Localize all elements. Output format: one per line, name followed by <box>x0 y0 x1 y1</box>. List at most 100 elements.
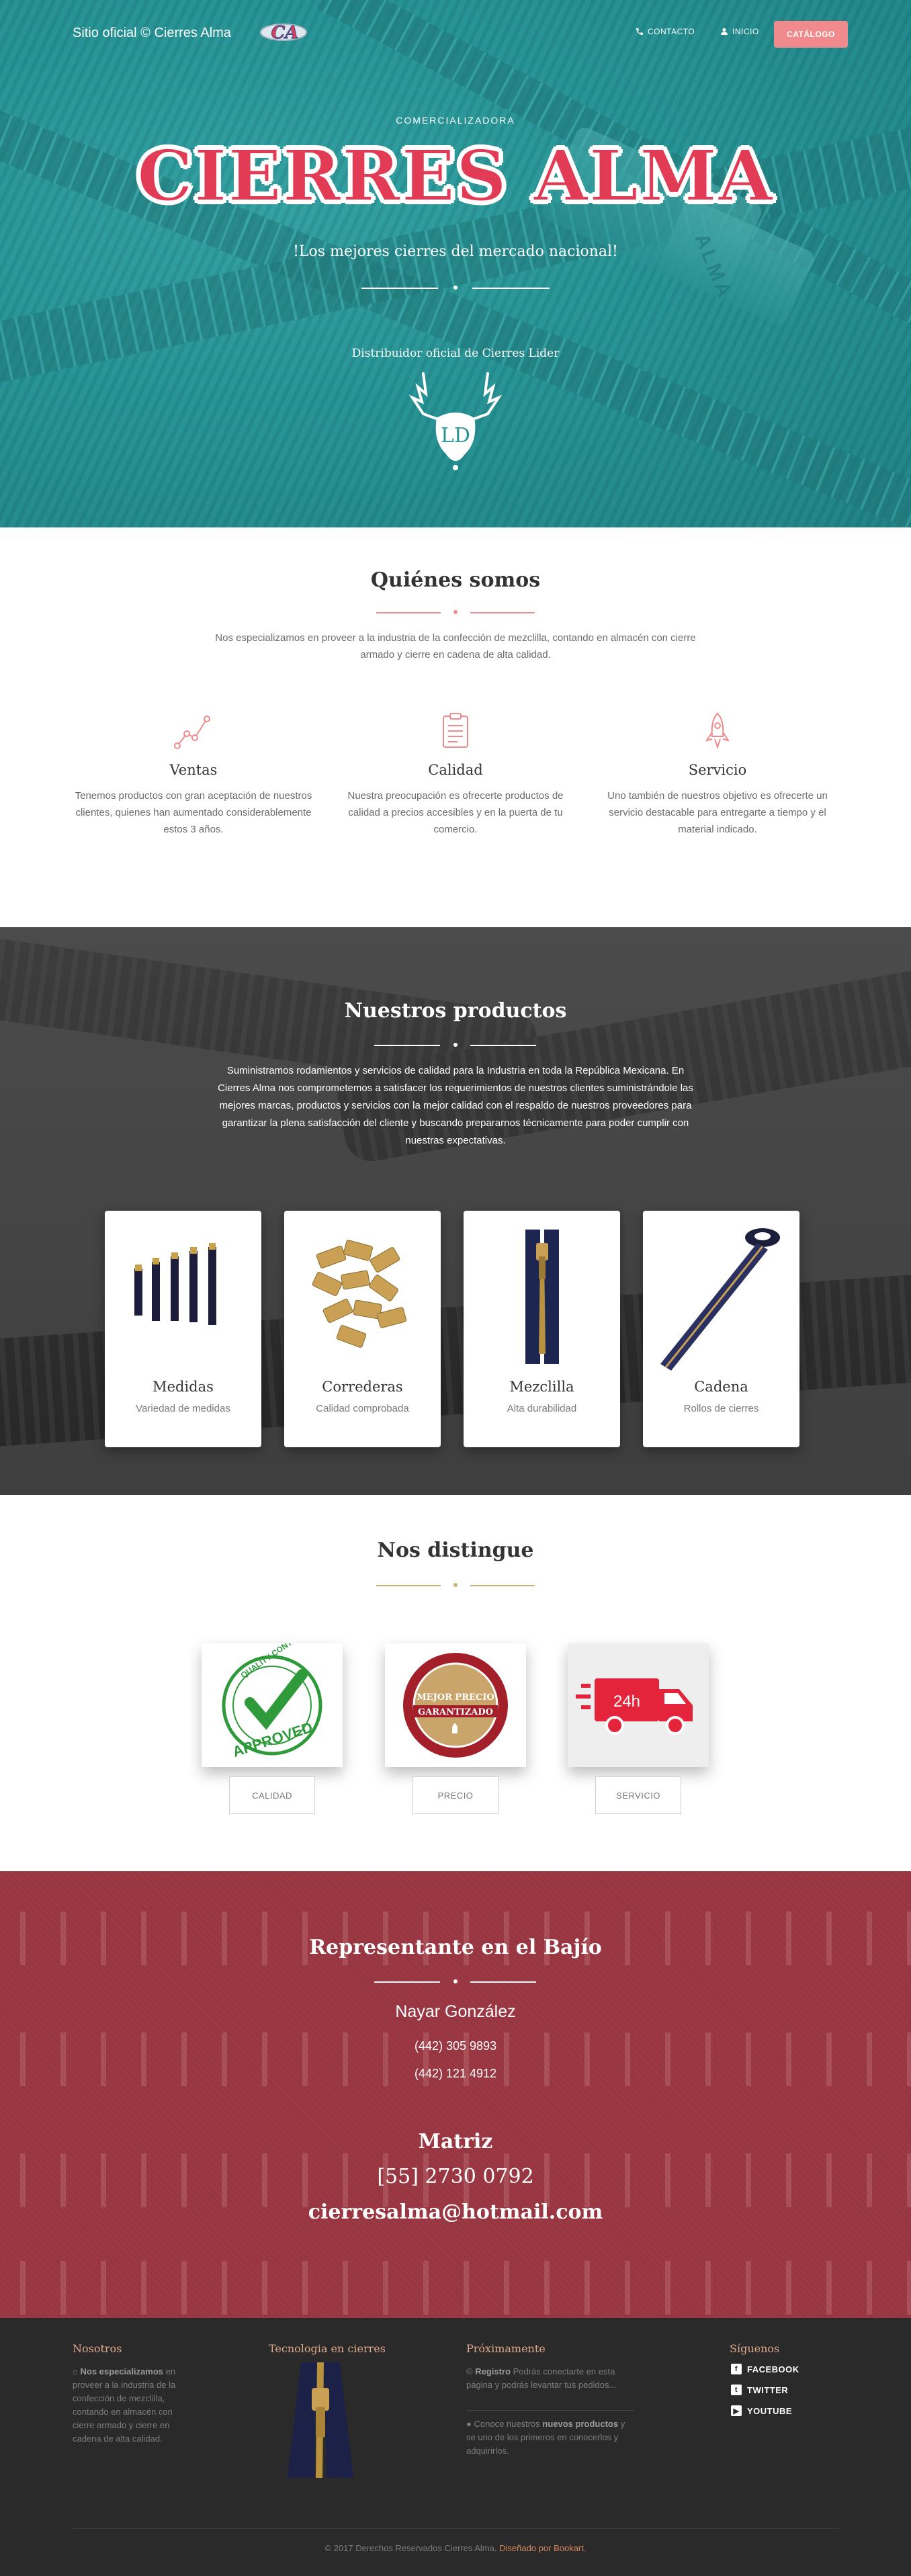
twitter-link[interactable]: t TWITTER <box>731 2385 788 2395</box>
about-intro: Nos especializamos en proveer a la indus… <box>215 632 696 660</box>
rep-name: Nayar González <box>395 2002 516 2021</box>
footer-heading-tecnologia: Tecnologia en cierres <box>269 2342 386 2355</box>
footer-zipper-image[interactable] <box>281 2362 360 2478</box>
about-divider-dot <box>453 610 458 614</box>
footer-about-text: ⌂ Nos especializamos en proveer a la ind… <box>73 2365 180 2446</box>
product-card-medidas[interactable]: Medidas Variedad de medidas <box>105 1211 261 1447</box>
nav-label: CONTACTO <box>648 27 695 36</box>
about-divider-right <box>470 612 535 613</box>
footer-soon-2-pre: Conoce nuestros <box>474 2419 540 2429</box>
feature-servicio: Servicio Uno también de nuestros objetiv… <box>597 710 838 838</box>
user-icon: ● <box>466 2419 472 2429</box>
contact-email[interactable]: cierresalma@hotmail.com <box>0 2200 911 2224</box>
hero-divider-dot <box>453 286 458 290</box>
copyright: © 2017 Derechos Reservados Cierres Alma.… <box>0 2543 911 2553</box>
matrix-phone[interactable]: [55] 2730 0792 <box>0 2165 911 2188</box>
calidad-button[interactable]: CALIDAD <box>229 1776 315 1814</box>
about-title: Quiénes somos <box>370 568 541 592</box>
quality-approved-icon: QUALITY CONTROL APPROVED <box>222 1643 322 1760</box>
products-divider-dot <box>453 1043 458 1047</box>
hero-divider-left <box>361 288 438 289</box>
servicio-button[interactable]: SERVICIO <box>595 1776 681 1814</box>
site-brand[interactable]: Sitio oficial © Cierres Alma <box>73 26 231 41</box>
copyright-text: © 2017 Derechos Reservados Cierres Alma. <box>324 2543 497 2553</box>
product-title: Cadena <box>694 1379 748 1395</box>
product-subtitle: Calidad comprobada <box>316 1403 409 1414</box>
feature-calidad: Calidad Nuestra preocupación es ofrecert… <box>335 710 576 838</box>
footer-soon-2-lead: nuevos productos <box>542 2419 619 2429</box>
twitter-icon: t <box>731 2385 742 2395</box>
hero-subtitle: !Los mejores cierres del mercado naciona… <box>293 243 618 260</box>
distinguish-divider-left <box>376 1585 441 1586</box>
about-divider-left <box>376 612 441 613</box>
footer-about-lead: Nos especializamos <box>80 2366 164 2376</box>
footer-soon-1-lead: Registro <box>475 2366 511 2376</box>
zippers-sizes-image <box>134 1243 216 1325</box>
youtube-label: YOUTUBE <box>747 2405 793 2416</box>
footer-about-body: en proveer a la industria de la confecci… <box>73 2366 176 2444</box>
distinguish-title: Nos distingue <box>377 1539 534 1562</box>
distributor-label: Distribuidor oficial de Cierres Lider <box>351 347 560 360</box>
representative-section: Representante en el Bajío Nayar González… <box>0 1871 911 2318</box>
feature-title: Calidad <box>428 762 483 778</box>
feature-title: Ventas <box>169 762 218 778</box>
nav-contacto[interactable]: CONTACTO <box>636 27 695 36</box>
rep-title: Representante en el Bajío <box>309 1936 602 1959</box>
precio-button[interactable]: PRECIO <box>413 1776 498 1814</box>
service-badge: 24h <box>568 1643 709 1767</box>
product-title: Medidas <box>153 1379 214 1395</box>
price-badge-main-text: GARANTIZADO <box>418 1707 493 1717</box>
home-icon: ⌂ <box>73 2366 78 2376</box>
rep-divider-right <box>470 1981 536 1983</box>
twitter-label: TWITTER <box>747 2385 789 2395</box>
hero-title-text: CIERRES ALMA <box>136 134 774 218</box>
feature-title: Servicio <box>688 762 747 778</box>
catalog-button[interactable]: CATÁLOGO <box>774 21 848 48</box>
hero-section: ALMA Sitio oficial © Cierres Alma CA CON… <box>0 0 911 527</box>
footer-soon-1: © Registro Podrás conectarte en esta pág… <box>466 2365 627 2392</box>
deer-logo-text: LD <box>441 424 470 447</box>
facebook-label: FACEBOOK <box>747 2364 799 2374</box>
rep-phone-2[interactable]: (442) 121 4912 <box>0 2067 911 2081</box>
product-subtitle: Alta durabilidad <box>507 1403 577 1414</box>
product-card-correderas[interactable]: Correderas Calidad comprobada <box>284 1211 441 1447</box>
chart-line-icon <box>174 716 210 749</box>
footer-bottom-divider <box>73 2528 838 2529</box>
rep-divider-left <box>374 1981 440 1983</box>
best-price-icon: MEJOR PRECIO GARANTIZADO <box>403 1653 508 1758</box>
footer-heading-nosotros: Nosotros <box>73 2342 122 2355</box>
product-card-mezclilla[interactable]: Mezclilla Alta durabilidad <box>464 1211 620 1447</box>
phone-icon <box>636 28 643 35</box>
price-badge: MEJOR PRECIO GARANTIZADO <box>385 1643 526 1767</box>
nav-inicio[interactable]: INICIO <box>720 27 759 36</box>
rep-divider-dot <box>453 1979 458 1983</box>
copyright-icon: © <box>466 2366 473 2376</box>
facebook-link[interactable]: f FACEBOOK <box>731 2364 799 2374</box>
rocket-icon <box>705 712 730 750</box>
products-section: Nuestros productos Suministramos rodamie… <box>0 927 911 1495</box>
brand-logo-icon[interactable]: CA <box>259 20 312 44</box>
feature-text: Tenemos productos con gran aceptación de… <box>75 790 312 835</box>
designer-credit-link[interactable]: Diseñado por Bookart. <box>499 2543 586 2553</box>
hero-title: CIERRES ALMA <box>0 134 911 218</box>
clipboard-icon <box>443 713 468 748</box>
feature-text: Uno también de nuestros objetivo es ofre… <box>607 790 828 835</box>
deer-logo-icon[interactable]: LD <box>403 367 508 474</box>
hero-divider-right <box>472 288 550 289</box>
footer-heading-proximamente: Próximamente <box>466 2342 546 2355</box>
footer-heading-siguenos: Síguenos <box>730 2342 780 2355</box>
truck-badge-text: 24h <box>613 1692 640 1711</box>
denim-zipper-image <box>525 1230 559 1364</box>
product-title: Correderas <box>322 1379 403 1395</box>
user-icon <box>721 28 728 35</box>
brand-logo-text: CA <box>271 23 299 43</box>
products-divider-right <box>470 1045 536 1046</box>
product-card-cadena[interactable]: Cadena Rollos de cierres <box>643 1211 799 1447</box>
youtube-icon: ▶ <box>731 2405 742 2416</box>
quality-badge: QUALITY CONTROL APPROVED <box>202 1643 343 1767</box>
feature-text: Nuestra preocupación es ofrecerte produc… <box>347 790 564 835</box>
youtube-link[interactable]: ▶ YOUTUBE <box>731 2405 792 2416</box>
products-divider-left <box>374 1045 440 1046</box>
delivery-truck-icon: 24h <box>576 1678 693 1735</box>
rep-phone-1[interactable]: (442) 305 9893 <box>0 2039 911 2053</box>
